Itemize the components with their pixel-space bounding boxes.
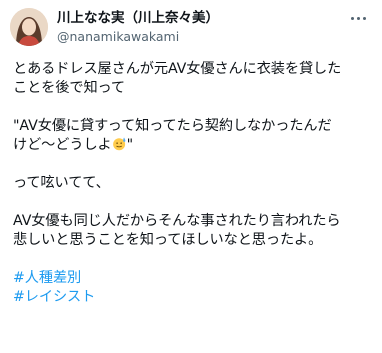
quote-text: "AV女優に貸すって知ってたら契約しなかったんだ けど〜どうしよ	[13, 118, 332, 153]
hashtag-link[interactable]: #人種差別	[13, 269, 373, 288]
tweet-paragraph-quote: "AV女優に貸すって知ってたら契約しなかったんだ けど〜どうしよ "	[13, 117, 373, 155]
tweet-text: とあるドレス屋さんが元AV女優さんに衣装を貸した ことを後で知って "AV女優に…	[13, 60, 373, 307]
avatar[interactable]	[10, 8, 48, 46]
hashtag-link[interactable]: #レイシスト	[13, 288, 373, 307]
tweet-card: 川上なな実（川上奈々美） @nanamikawakami とあるドレス屋さんが元…	[0, 0, 382, 353]
quote-close: "	[126, 137, 134, 153]
tweet-paragraph: とあるドレス屋さんが元AV女優さんに衣装を貸した ことを後で知って	[13, 61, 342, 96]
author-display-name[interactable]: 川上なな実（川上奈々美）	[57, 10, 219, 27]
tweet-header: 川上なな実（川上奈々美） @nanamikawakami	[10, 8, 372, 48]
grimacing-sweat-face-emoji-icon	[112, 137, 125, 151]
tweet-paragraph: AV女優も同じ人だからそんな事されたり言われたら 悲しいと思うことを知ってほしい…	[13, 213, 341, 248]
more-options-icon[interactable]	[348, 10, 368, 26]
author-handle[interactable]: @nanamikawakami	[57, 29, 219, 45]
avatar-image	[10, 8, 48, 46]
author-names: 川上なな実（川上奈々美） @nanamikawakami	[57, 10, 219, 45]
tweet-paragraph: って呟いてて、	[13, 175, 110, 191]
